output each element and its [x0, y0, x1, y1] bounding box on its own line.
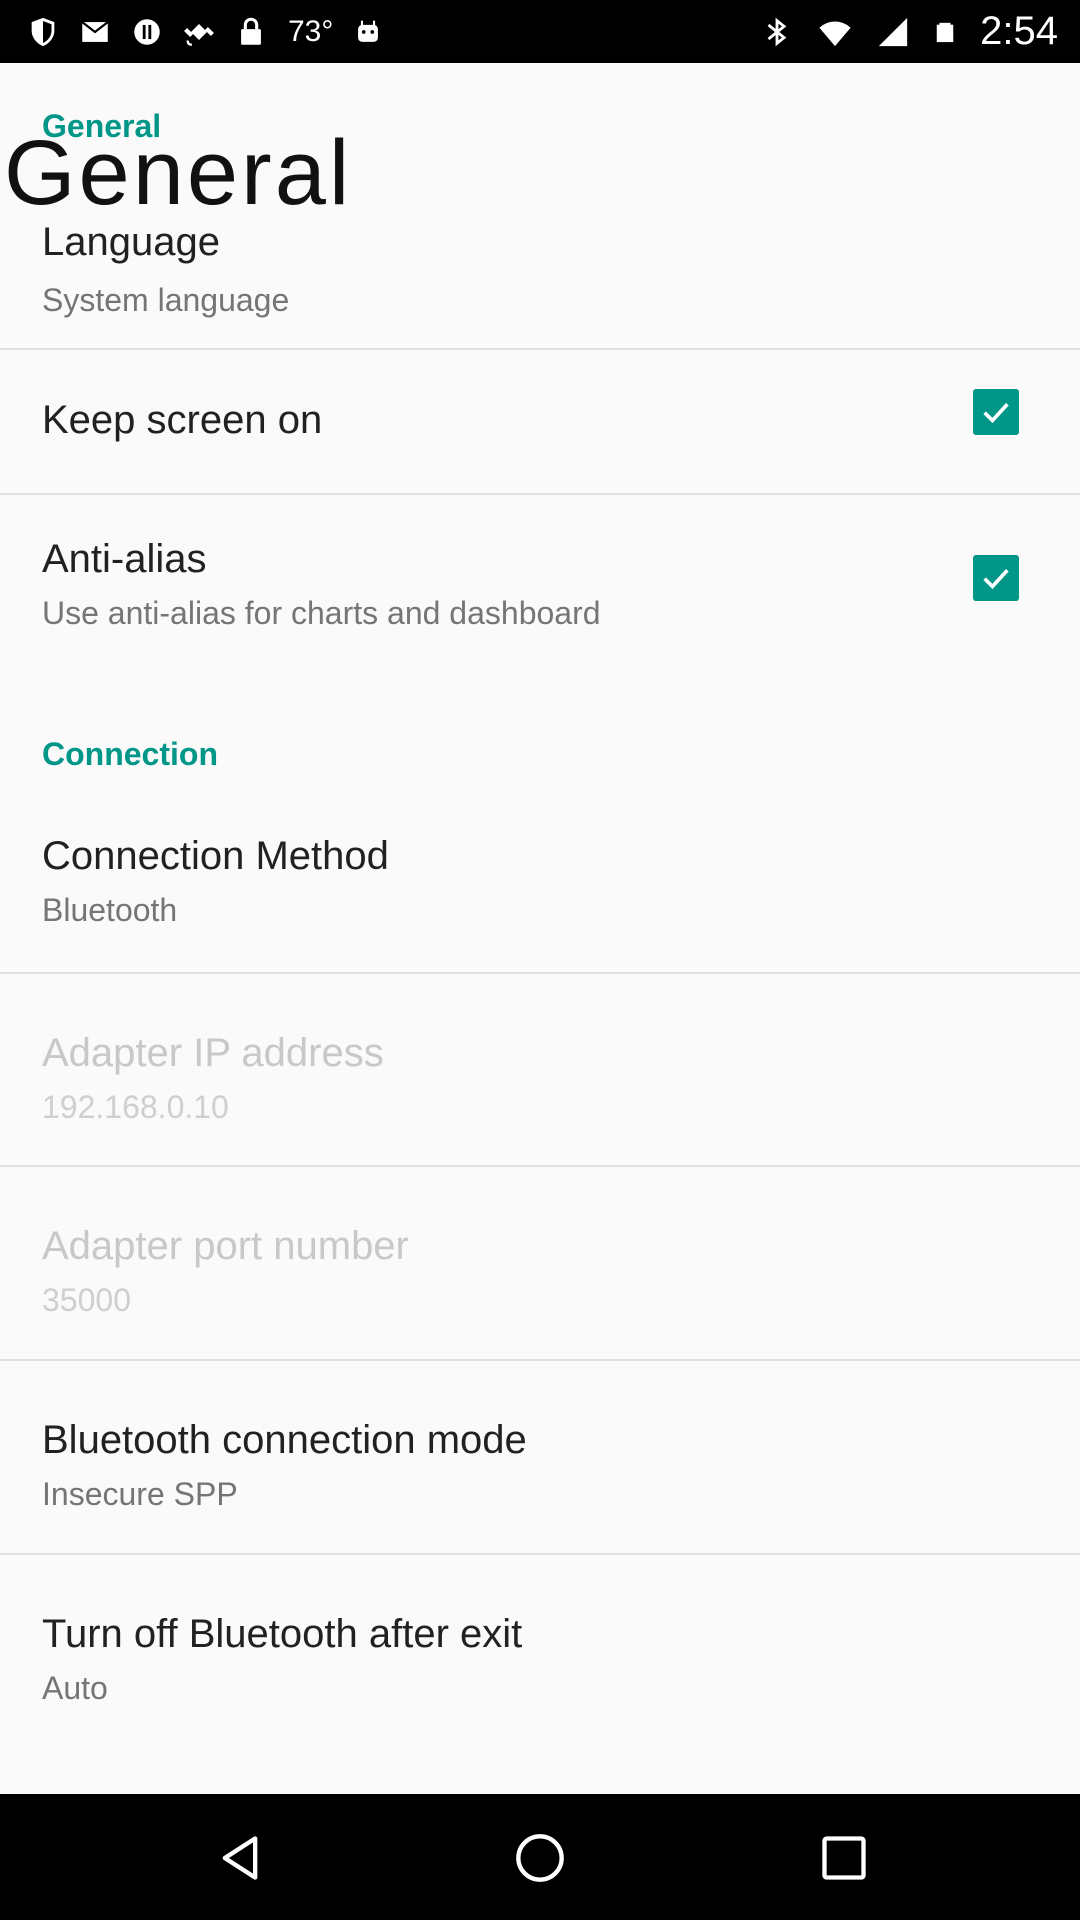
pref-adapter-port: Adapter port number 35000: [0, 1167, 1080, 1360]
pref-summary: Insecure SPP: [42, 1476, 238, 1512]
pref-summary: 35000: [42, 1282, 131, 1318]
check-icon: [983, 402, 1009, 424]
back-icon[interactable]: [214, 1832, 266, 1884]
section-header-connection: Connection: [42, 736, 218, 772]
pref-summary: Use anti-alias for charts and dashboard: [42, 595, 601, 631]
sync-icon: [134, 18, 160, 45]
pref-title: Connection Method: [42, 834, 389, 878]
check-icon: [983, 568, 1009, 590]
pref-adapter-ip: Adapter IP address 192.168.0.10: [0, 974, 1080, 1167]
pref-title: Adapter port number: [42, 1224, 409, 1268]
pref-turn-off-bluetooth[interactable]: Turn off Bluetooth after exit Auto: [0, 1555, 1080, 1755]
anti-alias-checkbox[interactable]: [973, 555, 1019, 601]
android-icon: [358, 20, 379, 42]
pref-title: Adapter IP address: [42, 1031, 384, 1075]
lock-icon: [241, 17, 261, 45]
pref-summary: System language: [42, 282, 290, 318]
clock-text: 2:54: [980, 9, 1058, 53]
pref-title: Language: [42, 220, 220, 264]
temperature-text: 73°: [288, 14, 334, 48]
pref-title: Anti-alias: [42, 537, 207, 581]
settings-list[interactable]: General General Language System language…: [0, 63, 1080, 1794]
mail-icon: [81, 20, 109, 42]
pref-summary: Bluetooth: [42, 892, 178, 928]
pref-summary: 192.168.0.10: [42, 1089, 229, 1125]
pref-anti-alias[interactable]: Anti-alias Use anti-alias for charts and…: [0, 495, 1080, 695]
pref-title: Turn off Bluetooth after exit: [42, 1612, 523, 1656]
pref-summary: Auto: [42, 1670, 108, 1706]
shield-icon: [31, 17, 55, 46]
recents-icon[interactable]: [818, 1832, 870, 1884]
battery-icon: [936, 22, 954, 42]
pref-title: Keep screen on: [42, 398, 323, 442]
navigation-bar: [0, 1794, 1080, 1920]
pref-title: Bluetooth connection mode: [42, 1418, 527, 1462]
signal-icon: [878, 17, 908, 46]
pref-keep-screen-on[interactable]: Keep screen on: [0, 350, 1080, 493]
pref-bluetooth-connection-mode[interactable]: Bluetooth connection mode Insecure SPP: [0, 1361, 1080, 1554]
status-bar: 73° 2:54: [0, 0, 1080, 63]
keep-screen-on-checkbox[interactable]: [973, 389, 1019, 435]
overlay-title: General: [4, 122, 353, 224]
satellite-icon: [184, 23, 214, 46]
bluetooth-icon: [767, 17, 787, 46]
home-icon[interactable]: [514, 1832, 566, 1884]
wifi-icon: [819, 21, 851, 46]
